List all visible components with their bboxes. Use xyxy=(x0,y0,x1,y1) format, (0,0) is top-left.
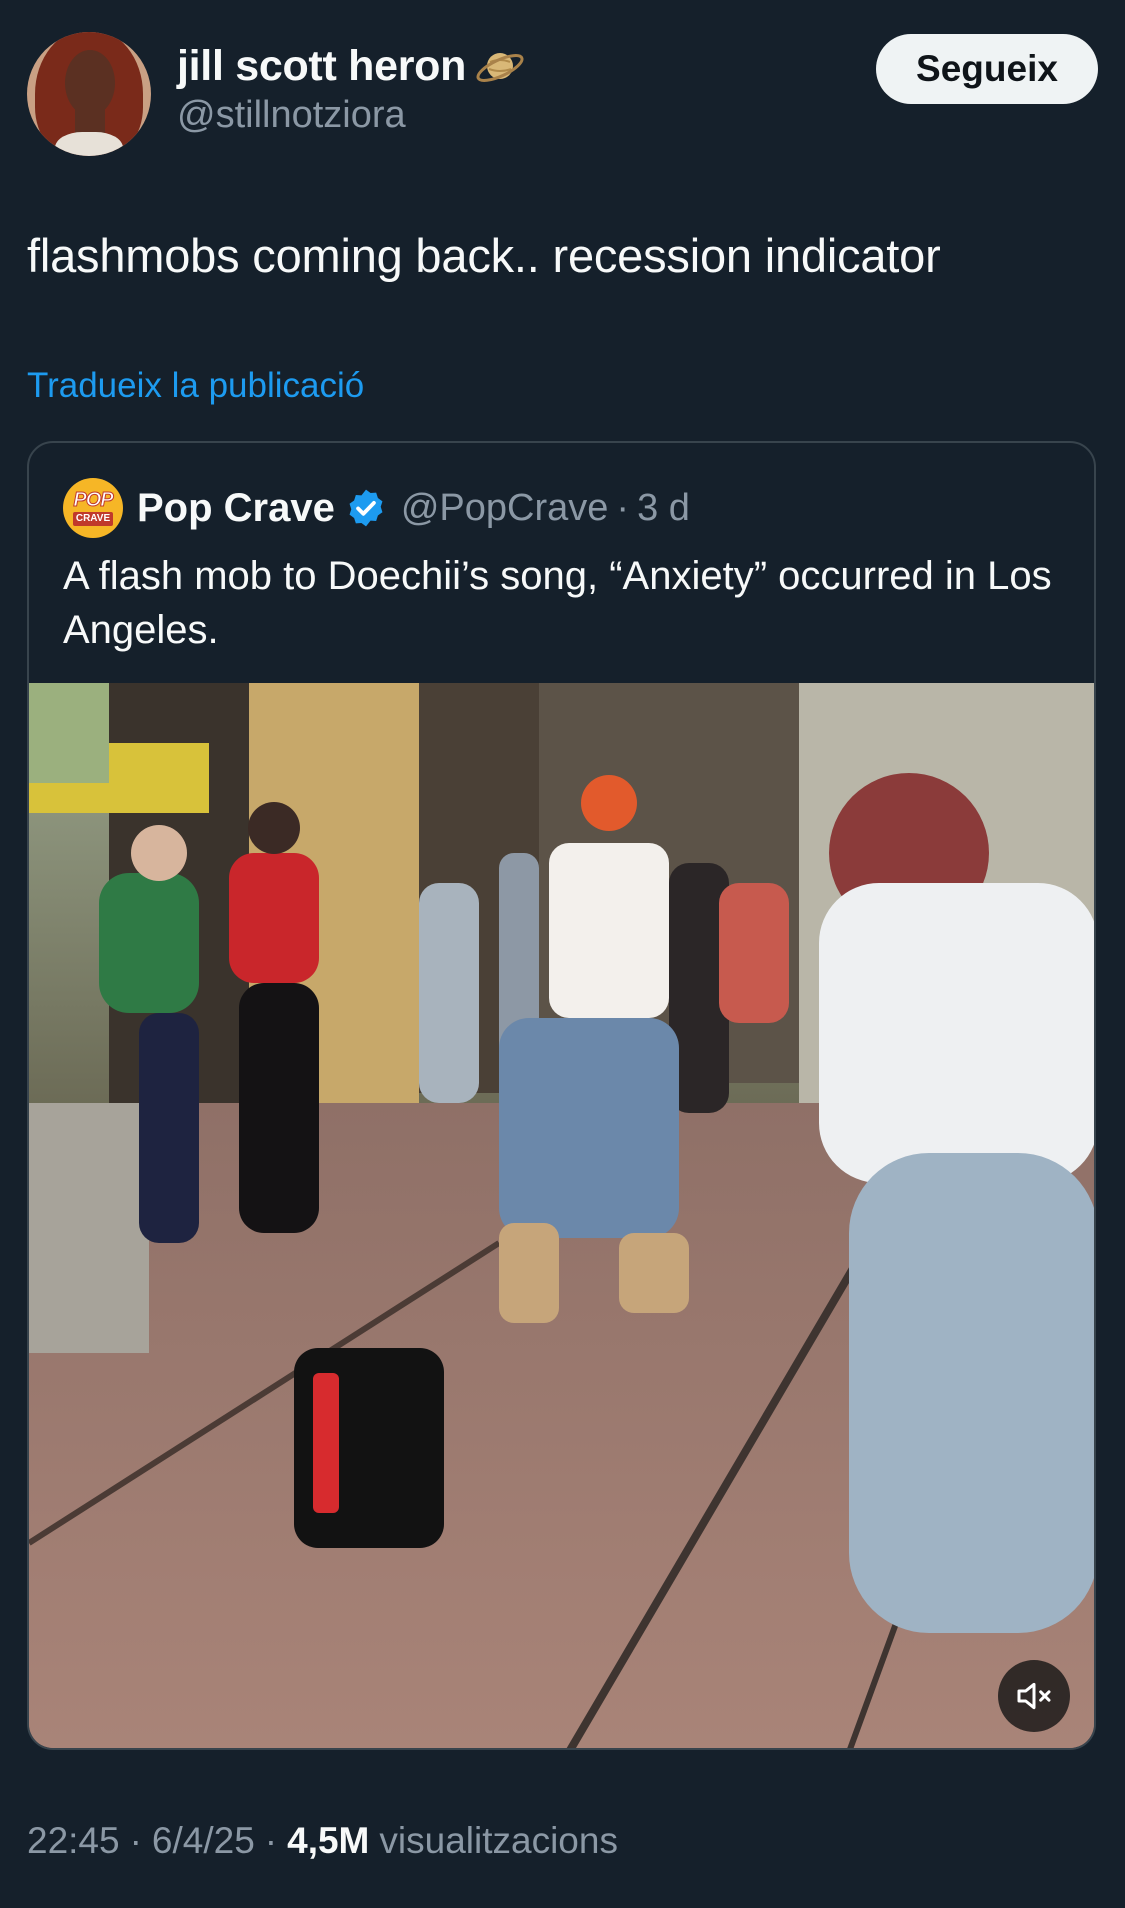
quoted-video[interactable] xyxy=(29,683,1094,1748)
views-label: visualitzacions xyxy=(379,1820,618,1861)
author-name-row: jill scott heron xyxy=(177,40,526,92)
quoted-separator: · xyxy=(616,486,630,529)
speaker-muted-icon xyxy=(1017,1682,1051,1710)
tweet-header: jill scott heron @stillnotziora Segueix xyxy=(27,32,1098,156)
verified-badge-icon xyxy=(349,489,383,527)
author-display-name[interactable]: jill scott heron xyxy=(177,42,466,91)
tweet-meta: 22:45 · 6/4/25 · 4,5M visualitzacions xyxy=(27,1820,618,1862)
views-count: 4,5M xyxy=(287,1820,370,1861)
meta-separator: · xyxy=(129,1820,142,1861)
quoted-tweet[interactable]: POP CRAVE Pop Crave @PopCrave · 3 d A fl… xyxy=(27,441,1096,1750)
quoted-author-handle[interactable]: @PopCrave xyxy=(401,487,609,530)
quoted-author-avatar[interactable]: POP CRAVE xyxy=(63,478,123,538)
follow-button[interactable]: Segueix xyxy=(876,34,1098,104)
translate-post-link[interactable]: Tradueix la publicació xyxy=(27,366,364,406)
video-frame xyxy=(29,683,1094,1748)
tweet-text: flashmobs coming back.. recession indica… xyxy=(27,229,941,282)
ringed-planet-icon xyxy=(476,53,524,82)
author-handle[interactable]: @stillnotziora xyxy=(177,94,406,137)
mute-toggle-button[interactable] xyxy=(998,1660,1070,1732)
meta-separator: · xyxy=(264,1820,278,1861)
quoted-tweet-text: A flash mob to Doechii’s song, “Anxiety”… xyxy=(63,554,1052,652)
author-avatar[interactable] xyxy=(27,32,151,156)
tweet-time[interactable]: 22:45 xyxy=(27,1820,120,1862)
quoted-author-name[interactable]: Pop Crave xyxy=(137,486,335,531)
tweet-date[interactable]: 6/4/25 xyxy=(152,1820,255,1862)
quoted-tweet-header: POP CRAVE Pop Crave @PopCrave · 3 d xyxy=(63,477,690,539)
quoted-timestamp[interactable]: 3 d xyxy=(637,487,690,530)
